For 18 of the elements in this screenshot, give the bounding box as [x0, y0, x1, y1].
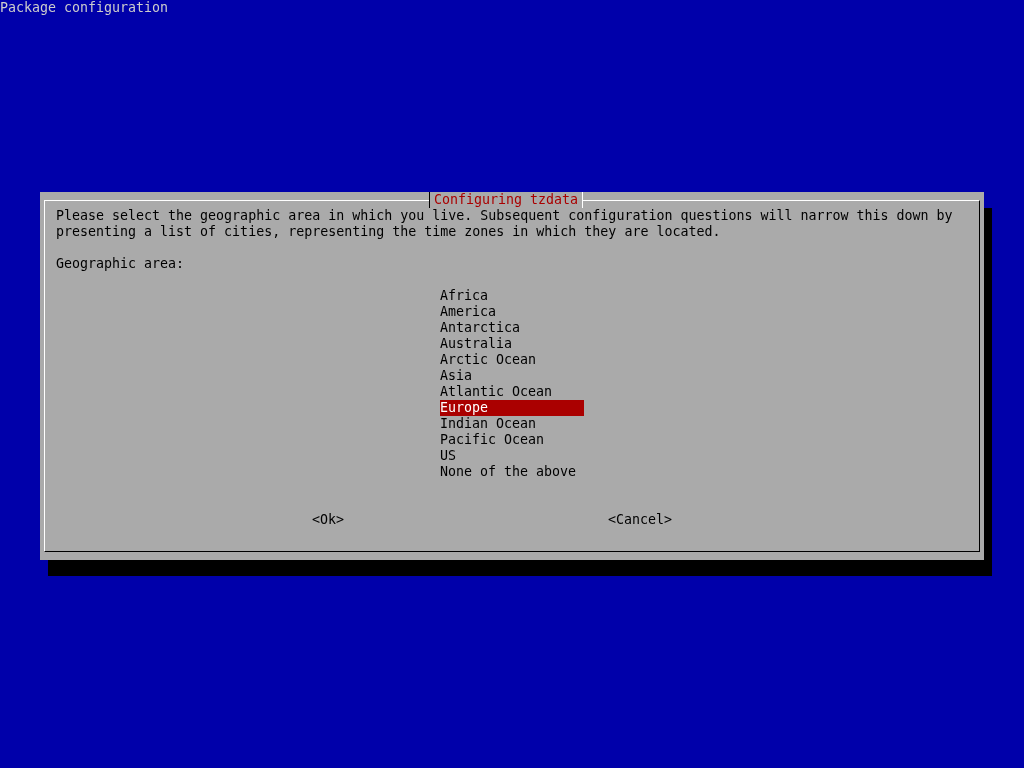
list-item[interactable]: Asia	[440, 368, 584, 384]
list-item[interactable]: Antarctica	[440, 320, 584, 336]
list-item[interactable]: Europe	[440, 400, 584, 416]
description-text: Please select the geographic area in which you live. Subsequent configuration questions will narrow this down by presenting a list of cities, representing the time zones in which they are located.	[56, 208, 954, 240]
list-item[interactable]: None of the above	[440, 464, 584, 480]
dialog-button[interactable]: <Ok>	[312, 512, 345, 528]
dialog-button[interactable]: <Cancel>	[608, 512, 673, 528]
prompt-label: Geographic area:	[56, 256, 185, 272]
screen-title: Package configuration	[0, 0, 169, 16]
list-item[interactable]: US	[440, 448, 584, 464]
dialog-title: Configuring tzdata	[429, 192, 584, 208]
list-item[interactable]: Arctic Ocean	[440, 352, 584, 368]
list-item[interactable]: America	[440, 304, 584, 320]
list-item[interactable]: Indian Ocean	[440, 416, 584, 432]
list-item[interactable]: Australia	[440, 336, 584, 352]
list-item[interactable]: Africa	[440, 288, 584, 304]
list-item[interactable]: Pacific Ocean	[440, 432, 584, 448]
list-item[interactable]: Atlantic Ocean	[440, 384, 584, 400]
